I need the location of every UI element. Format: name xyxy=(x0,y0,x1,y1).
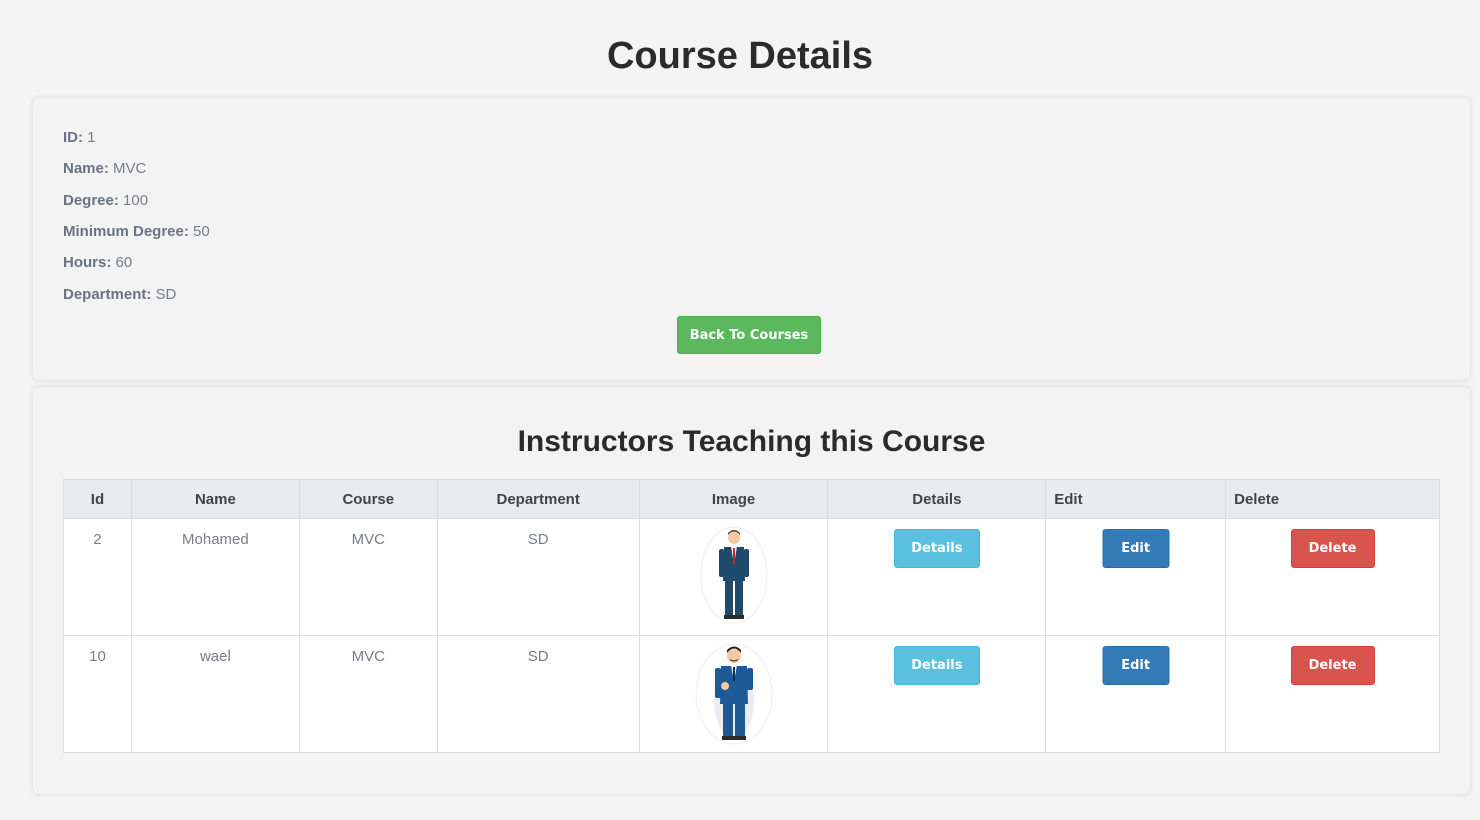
detail-label: Department: xyxy=(63,286,152,303)
table-header-row: Id Name Course Department Image Details … xyxy=(63,479,1440,519)
edit-button[interactable]: Edit xyxy=(1102,646,1170,685)
detail-value: 50 xyxy=(193,223,210,240)
column-header-details: Details xyxy=(827,479,1047,519)
column-header-image: Image xyxy=(638,479,829,519)
detail-name: Name: MVC xyxy=(63,160,146,177)
businessman-avatar-icon xyxy=(699,525,769,625)
detail-value: MVC xyxy=(113,160,147,177)
instructor-name: Mohamed xyxy=(182,531,249,548)
detail-department: Department: SD xyxy=(63,286,176,303)
detail-minimum-degree: Minimum Degree: 50 xyxy=(63,223,210,240)
detail-label: Name: xyxy=(63,160,109,177)
course-details-card: ID: 1 Name: MVC Degree: 100 Minimum Degr… xyxy=(33,98,1470,380)
instructors-table: Id Name Course Department Image Details … xyxy=(63,479,1440,753)
instructor-name: wael xyxy=(199,648,231,665)
page-title: Course Details xyxy=(606,35,874,77)
delete-button[interactable]: Delete xyxy=(1290,646,1375,685)
detail-label: ID: xyxy=(63,129,83,146)
detail-label: Minimum Degree: xyxy=(63,223,189,240)
detail-id: ID: 1 xyxy=(63,129,96,146)
instructor-id: 2 xyxy=(93,531,102,548)
detail-value: SD xyxy=(155,286,177,303)
column-header-delete: Delete xyxy=(1225,479,1440,519)
businessman-mustache-avatar-icon xyxy=(695,642,773,745)
column-header-edit: Edit xyxy=(1045,479,1227,519)
instructor-department: SD xyxy=(527,531,549,548)
table-row: 10 wael MVC SD Details Edit Delete xyxy=(63,635,1440,753)
column-header-name: Name xyxy=(130,479,300,519)
table-row: 2 Mohamed MVC SD Details Edit Delete xyxy=(63,518,1440,636)
detail-value: 100 xyxy=(123,192,149,209)
detail-label: Degree: xyxy=(63,192,119,209)
detail-label: Hours: xyxy=(63,254,112,271)
instructor-id: 10 xyxy=(89,648,106,665)
detail-hours: Hours: 60 xyxy=(63,254,132,271)
column-header-department: Department xyxy=(436,479,640,519)
details-button[interactable]: Details xyxy=(893,646,980,685)
edit-button[interactable]: Edit xyxy=(1102,529,1170,568)
column-header-id: Id xyxy=(63,479,132,519)
instructor-course: MVC xyxy=(351,531,385,548)
detail-degree: Degree: 100 xyxy=(63,192,148,209)
details-button[interactable]: Details xyxy=(893,529,980,568)
instructors-card: Instructors Teaching this Course Id Name… xyxy=(33,387,1470,794)
column-header-course: Course xyxy=(298,479,438,519)
back-to-courses-button[interactable]: Back To Courses xyxy=(677,316,821,354)
instructors-title: Instructors Teaching this Course xyxy=(517,425,986,458)
instructor-course: MVC xyxy=(351,648,385,665)
instructor-department: SD xyxy=(527,648,549,665)
detail-value: 1 xyxy=(87,129,96,146)
detail-value: 60 xyxy=(115,254,133,271)
delete-button[interactable]: Delete xyxy=(1290,529,1375,568)
